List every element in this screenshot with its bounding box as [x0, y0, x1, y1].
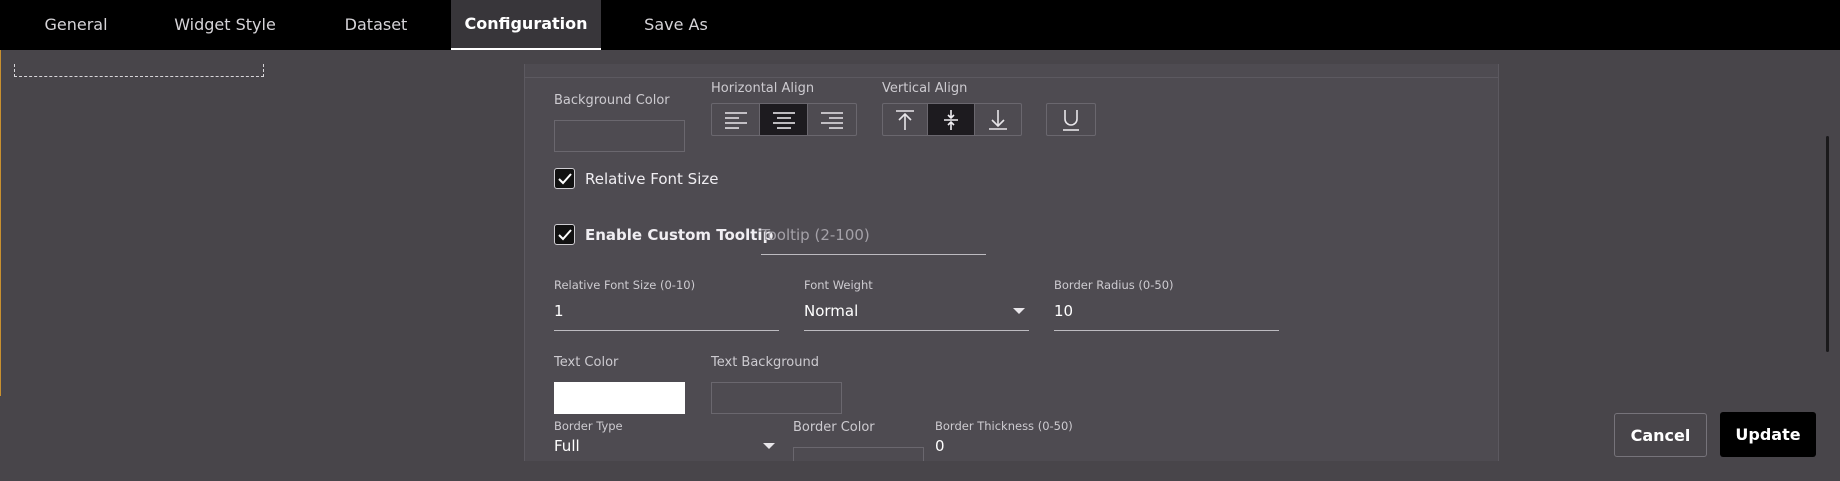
- text-color-label: Text Color: [554, 355, 619, 370]
- underline-group: [1046, 103, 1096, 136]
- scrollbar-thumb[interactable]: [1826, 136, 1829, 352]
- align-left-button[interactable]: [712, 104, 760, 135]
- tab-general[interactable]: General: [16, 0, 136, 50]
- align-top-button[interactable]: [883, 104, 928, 135]
- border-thickness-value: 0: [935, 437, 945, 455]
- align-center-icon: [772, 111, 795, 129]
- align-left-icon: [724, 111, 747, 129]
- background-color-picker[interactable]: [554, 120, 685, 152]
- cancel-button[interactable]: Cancel: [1614, 413, 1707, 457]
- border-radius-input[interactable]: 10: [1054, 290, 1279, 331]
- check-icon: [557, 172, 572, 184]
- align-top-icon: [896, 109, 914, 130]
- custom-tooltip-toggle[interactable]: Enable Custom Tooltip: [554, 224, 773, 245]
- font-weight-select[interactable]: Normal: [804, 290, 1029, 331]
- update-button[interactable]: Update: [1720, 412, 1816, 457]
- tab-save-as[interactable]: Save As: [616, 0, 736, 50]
- check-icon: [557, 228, 572, 240]
- tooltip-input[interactable]: Tooltip (2-100): [761, 214, 986, 255]
- align-middle-button[interactable]: [928, 104, 975, 135]
- text-color-picker[interactable]: [554, 382, 685, 414]
- align-center-button[interactable]: [760, 104, 808, 135]
- custom-tooltip-check-label: Enable Custom Tooltip: [585, 225, 774, 244]
- left-edge-marker: [0, 50, 1, 396]
- underline-icon: [1063, 109, 1079, 131]
- tab-dataset[interactable]: Dataset: [316, 0, 436, 50]
- border-radius-value: 10: [1054, 302, 1074, 320]
- relative-font-size-input[interactable]: 1: [554, 290, 779, 331]
- text-background-label: Text Background: [711, 355, 819, 370]
- horizontal-align-label: Horizontal Align: [711, 81, 815, 96]
- relative-font-size-value: 1: [554, 302, 564, 320]
- align-middle-icon: [944, 109, 958, 130]
- tab-bar: General Widget Style Dataset Configurati…: [0, 0, 1840, 50]
- border-thickness-input[interactable]: 0: [935, 430, 1160, 461]
- vertical-align-label: Vertical Align: [882, 81, 968, 96]
- background-color-label: Background Color: [554, 93, 670, 108]
- dropdown-caret-icon: [1013, 308, 1025, 314]
- border-type-value: Full: [554, 437, 580, 455]
- tab-widget-style[interactable]: Widget Style: [160, 0, 290, 50]
- align-right-icon: [821, 111, 843, 129]
- align-bottom-button[interactable]: [975, 104, 1021, 135]
- relative-font-size-check-label: Relative Font Size: [585, 169, 719, 188]
- custom-tooltip-checkbox[interactable]: [554, 224, 575, 245]
- border-type-select[interactable]: Full: [554, 430, 779, 461]
- font-weight-value: Normal: [804, 302, 859, 320]
- dropdown-caret-icon: [763, 443, 775, 449]
- border-color-picker[interactable]: [793, 447, 924, 461]
- text-background-picker[interactable]: [711, 382, 842, 414]
- configuration-panel: Background Color Horizontal Align Vertic…: [524, 64, 1499, 461]
- border-color-label: Border Color: [793, 420, 875, 435]
- vertical-align-group: [882, 103, 1022, 136]
- underline-button[interactable]: [1047, 104, 1095, 135]
- horizontal-align-group: [711, 103, 857, 136]
- dashed-placeholder: [14, 64, 264, 77]
- align-bottom-icon: [989, 109, 1007, 130]
- relative-font-size-toggle[interactable]: Relative Font Size: [554, 168, 718, 189]
- tooltip-placeholder: Tooltip (2-100): [761, 226, 870, 244]
- tab-configuration[interactable]: Configuration: [451, 0, 601, 50]
- relative-font-size-checkbox[interactable]: [554, 168, 575, 189]
- panel-divider: [525, 77, 1498, 78]
- align-right-button[interactable]: [808, 104, 856, 135]
